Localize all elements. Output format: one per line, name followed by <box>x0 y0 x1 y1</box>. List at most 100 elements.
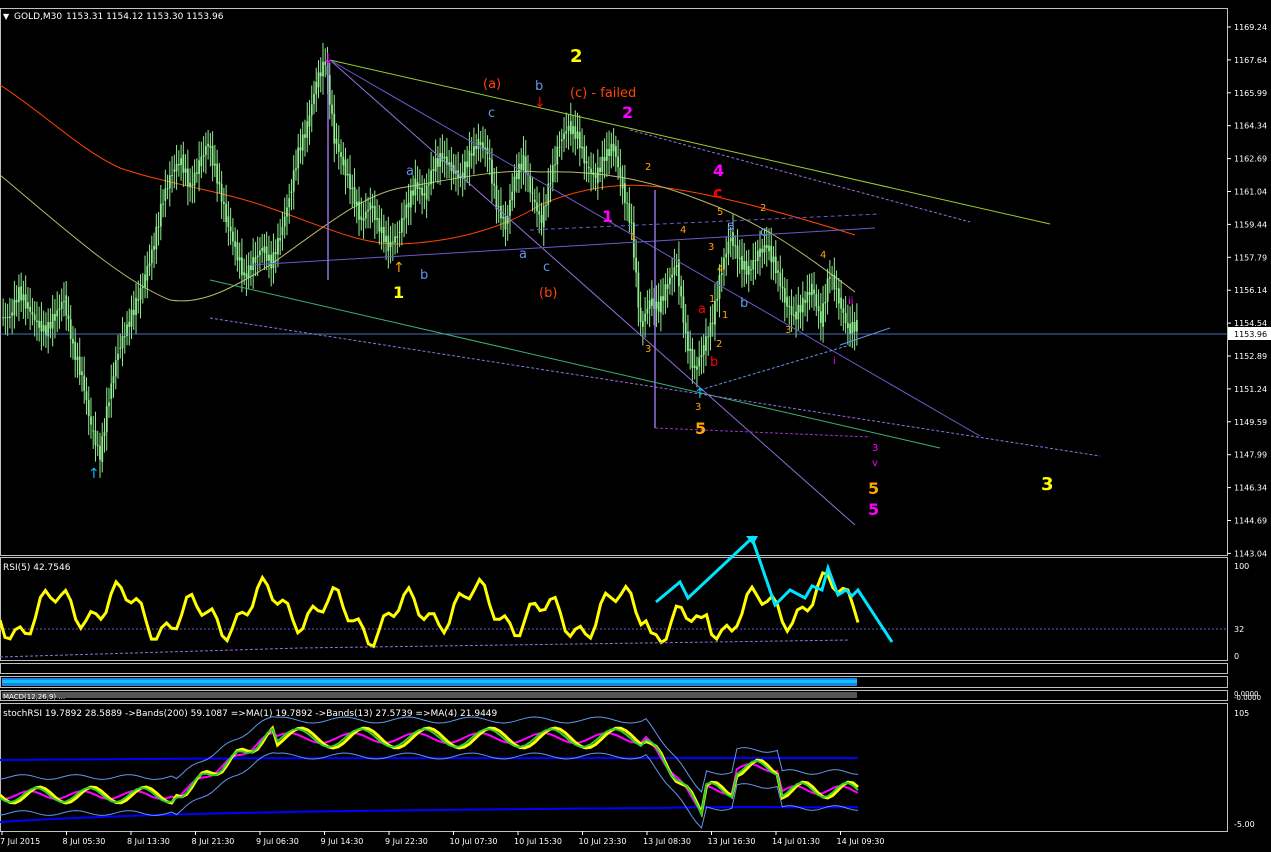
candle-body <box>76 356 79 361</box>
trendline-upper-green <box>329 59 1051 225</box>
indicator-bar-cyan <box>2 680 857 683</box>
candle-body <box>542 205 545 228</box>
candle-body <box>186 168 189 187</box>
candle-body <box>641 321 644 327</box>
candle-body <box>378 218 381 232</box>
candle-body <box>729 238 732 242</box>
candle-body <box>182 154 185 173</box>
candle-body <box>612 143 615 152</box>
candle-body <box>473 146 475 156</box>
candle-body <box>763 244 766 253</box>
rsi-tick-100: 100 <box>1234 562 1249 571</box>
trendline-dashed-5 <box>529 213 881 231</box>
time-tick-label: 9 Jul 06:30 <box>256 837 299 846</box>
candle-body <box>610 143 613 157</box>
candle-body <box>687 331 689 351</box>
wave-label: v <box>872 458 878 469</box>
candle-body <box>520 163 523 171</box>
chart-canvas[interactable]: ▼ GOLD,M30 1153.31 1154.12 1153.30 1153.… <box>0 0 1271 848</box>
candle-body <box>67 315 70 320</box>
candle-body <box>220 184 223 202</box>
candle-body <box>549 183 552 185</box>
candle-body <box>741 256 743 270</box>
candle-body <box>33 314 36 321</box>
candle-body <box>295 168 297 171</box>
wave-label: 5 <box>868 500 879 519</box>
candle-body <box>718 274 721 299</box>
candle-body <box>702 345 705 356</box>
candle-body <box>319 72 322 77</box>
current-price-label: 1153.96 <box>1234 330 1267 339</box>
candle-body <box>831 274 833 276</box>
candle-body <box>756 250 759 262</box>
candle-body <box>265 246 268 261</box>
candle-body <box>283 216 286 227</box>
up-arrow-icon-cyan-2: ↑ <box>694 386 706 402</box>
candle-body <box>689 348 692 352</box>
candle-body <box>705 336 707 352</box>
candle-body <box>725 253 728 258</box>
candle-body <box>585 161 588 164</box>
trendline-lower-green <box>209 279 941 449</box>
candle-body <box>434 158 437 172</box>
candle-body <box>362 218 365 221</box>
candle-body <box>747 265 750 275</box>
candle-body <box>405 204 408 219</box>
candle-body <box>272 252 275 269</box>
wave-label: b <box>740 296 748 311</box>
candle-body <box>310 104 313 116</box>
candle-body <box>844 313 847 324</box>
candle-body <box>2 317 5 319</box>
candle-body <box>833 274 836 290</box>
candle-body <box>621 177 624 189</box>
candle-body <box>790 306 793 316</box>
candle-body <box>132 309 135 315</box>
ohlc-label: 1153.31 1154.12 1153.30 1153.96 <box>66 12 224 22</box>
candle-body <box>335 138 338 145</box>
candle-body <box>439 153 442 167</box>
price-tick-label: 1147.99 <box>1234 451 1267 460</box>
candle-body <box>204 146 207 155</box>
candle-body <box>788 305 791 307</box>
price-tick-label: 1154.54 <box>1234 319 1267 328</box>
candle-body <box>222 202 225 204</box>
time-axis: 7 Jul 2015 8 Jul 05:30 8 Jul 13:30 8 Jul 21… <box>0 831 884 846</box>
candle-body <box>425 185 428 200</box>
candle-body <box>85 391 88 401</box>
candle-body <box>587 166 590 169</box>
candle-body <box>518 163 520 180</box>
wave-label: c <box>488 106 495 121</box>
candle-body <box>225 203 228 223</box>
candle-body <box>664 284 667 301</box>
candle-body <box>849 323 852 334</box>
candle-body <box>421 187 424 196</box>
candle-body <box>74 341 77 360</box>
candle-body <box>477 138 480 150</box>
price-axis: 1169.24 1167.64 1165.99 1164.34 1162.69 1161.… <box>1227 23 1267 558</box>
collapse-arrow-icon[interactable]: ▼ <box>3 12 10 21</box>
candle-body <box>292 170 295 192</box>
wave-label: ii <box>848 296 854 307</box>
wave-label: 2 <box>716 339 722 350</box>
candle-body <box>804 300 806 303</box>
wave-label: 3 <box>785 325 791 336</box>
candle-body <box>669 277 671 285</box>
candle-body <box>826 278 829 302</box>
candle-body <box>614 146 617 157</box>
candle-body <box>306 121 309 138</box>
candle-body <box>189 182 191 187</box>
candle-body <box>261 248 264 251</box>
candle-body <box>211 145 214 166</box>
wave-label: 2 <box>760 203 766 214</box>
candle-body <box>502 216 505 219</box>
candle-body <box>768 245 770 252</box>
price-tick-label: 1157.79 <box>1234 253 1267 262</box>
up-arrow-icon-orange: ↑ <box>393 260 405 276</box>
candle-body <box>662 296 665 301</box>
chart-window[interactable]: ▼ GOLD,M30 1153.31 1154.12 1153.30 1153.… <box>0 0 1271 848</box>
candle-body <box>243 272 246 276</box>
candle-body <box>6 316 9 318</box>
candle-body <box>646 308 649 314</box>
candle-body <box>817 306 820 312</box>
wave-label: c <box>543 260 550 275</box>
